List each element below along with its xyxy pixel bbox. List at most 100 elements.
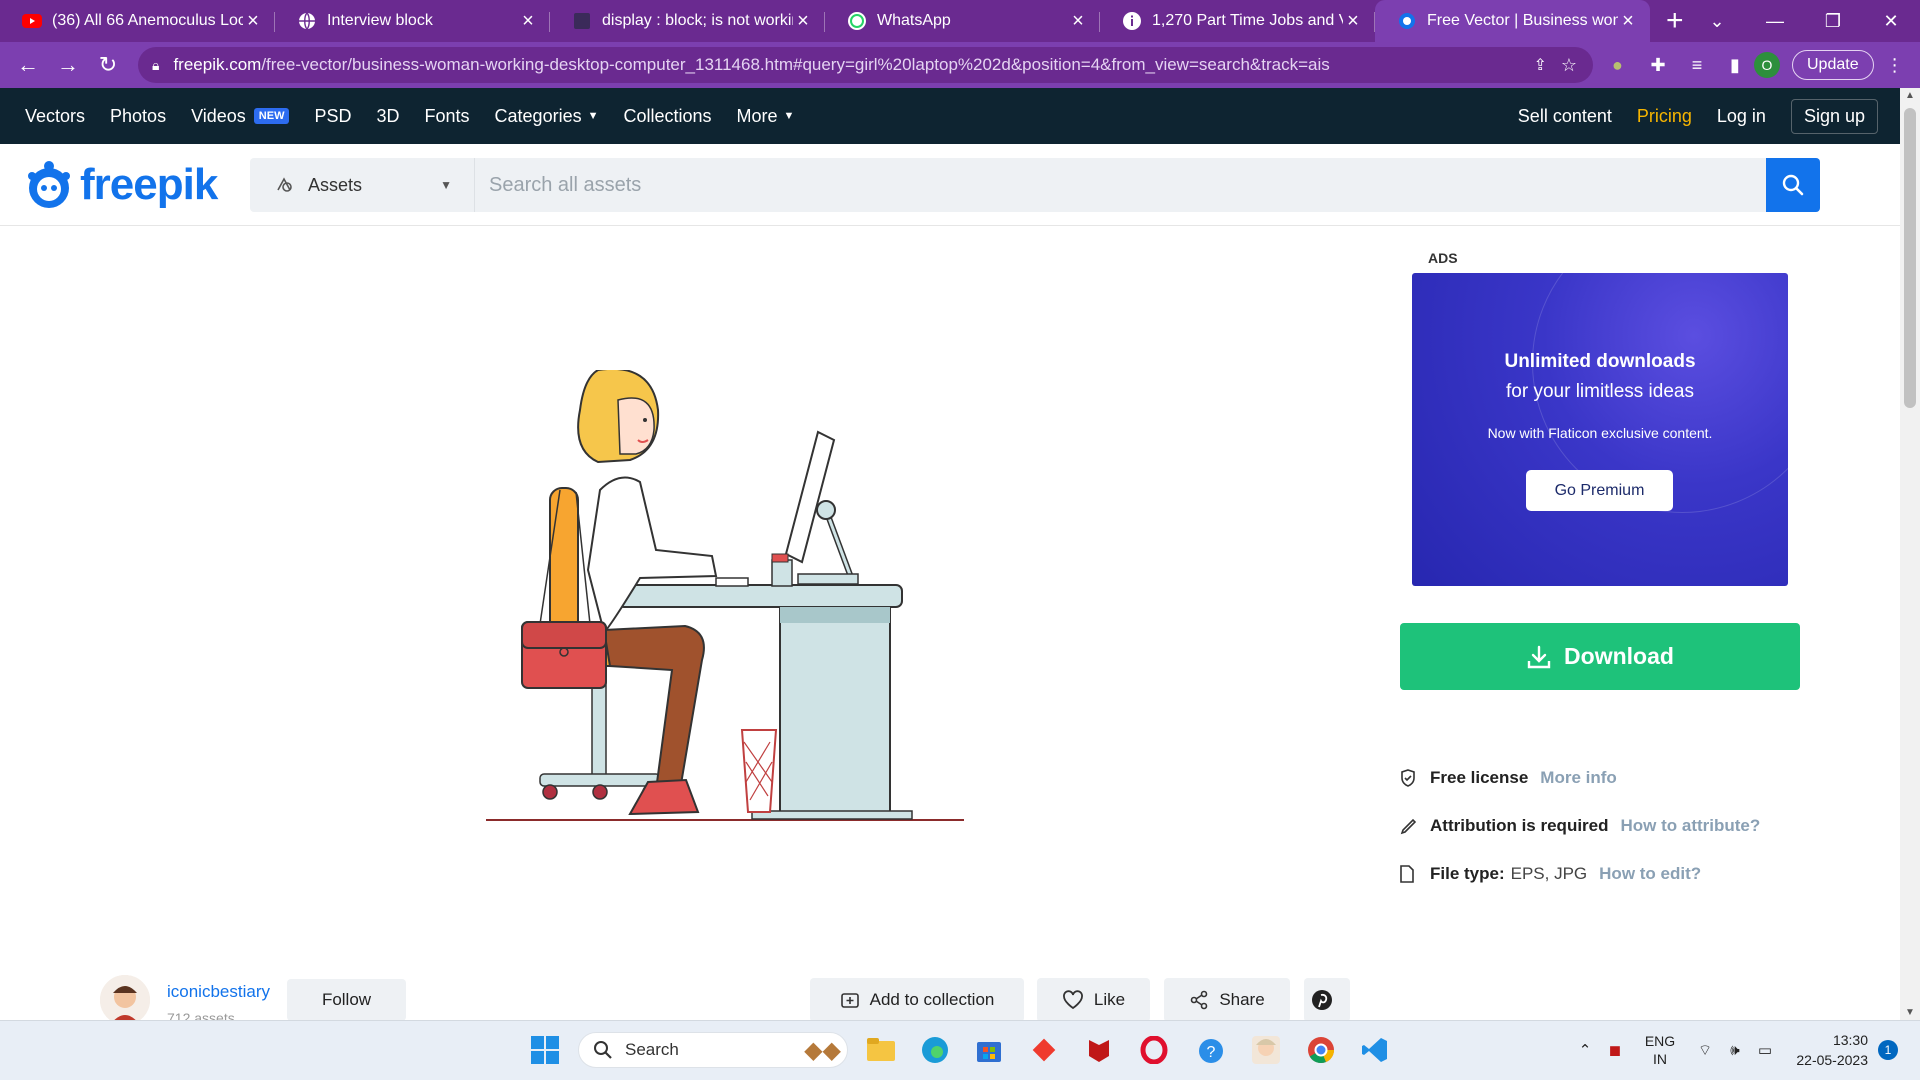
search-input[interactable] [475,158,1820,212]
author-avatar[interactable] [100,975,150,1025]
vscode-icon[interactable] [1358,1033,1392,1067]
edge-browser-icon[interactable] [918,1033,952,1067]
follow-button[interactable]: Follow [287,979,406,1021]
nav-vectors[interactable]: Vectors [25,106,85,127]
nav-photos[interactable]: Photos [110,106,166,127]
file-type-row: File type: EPS, JPG How to edit? [1400,864,1701,884]
get-help-icon[interactable]: ? [1194,1033,1228,1067]
mcafee-tray-icon[interactable]: ◼ [1600,1041,1630,1059]
nav-videos[interactable]: Videos NEW [191,105,290,127]
tab-part-time-jobs[interactable]: 1,270 Part Time Jobs and V × [1100,0,1375,42]
opera-icon[interactable] [1137,1033,1171,1067]
profile-avatar[interactable]: O [1754,52,1780,78]
game-app-icon[interactable] [1249,1033,1283,1067]
like-label: Like [1093,990,1126,1009]
close-tab-icon[interactable]: × [1068,10,1088,33]
tab-freepik[interactable]: Free Vector | Business wom × [1375,0,1650,42]
tab-youtube[interactable]: (36) All 66 Anemoculus Loc × [0,0,275,42]
close-window-icon[interactable]: ✕ [1862,11,1920,32]
new-tab-button[interactable]: + [1666,4,1684,38]
more-info-link[interactable]: More info [1540,768,1617,788]
reload-icon[interactable]: ↻ [88,52,128,78]
like-button[interactable]: Like [1037,978,1150,1022]
freepik-logo[interactable]: freepik [24,158,218,212]
premium-ad[interactable]: Unlimited downloads for your limitless i… [1412,273,1788,586]
login-link[interactable]: Log in [1717,106,1766,127]
lock-icon[interactable]: 🔒︎ [152,57,159,74]
chrome-icon[interactable] [1304,1033,1338,1067]
nav-psd[interactable]: PSD [314,106,351,127]
nav-videos-label: Videos [191,105,246,126]
notification-badge[interactable]: 1 [1878,1040,1898,1060]
minimize-icon[interactable]: — [1746,11,1804,32]
page-scrollbar[interactable]: ▲ ▼ [1900,88,1920,1020]
close-tab-icon[interactable]: × [518,10,538,33]
media-queue-icon[interactable]: ≡ [1678,55,1716,76]
window-controls: ⌄ — ❐ ✕ [1688,0,1920,42]
address-bar[interactable]: 🔒︎ freepik.com/free-vector/business-woma… [138,47,1593,83]
restore-icon[interactable]: ❐ [1804,11,1862,32]
logo-wordmark: freepik [80,160,218,209]
pricing-link[interactable]: Pricing [1637,106,1692,127]
free-license-row: Free license More info [1400,768,1617,788]
share-icon[interactable]: ⇪ [1533,55,1546,75]
author-name[interactable]: iconicbestiary [167,982,270,1002]
close-tab-icon[interactable]: × [1618,10,1638,33]
nav-categories[interactable]: Categories ▼ [495,106,599,127]
microsoft-store-icon[interactable] [972,1033,1006,1067]
scroll-down-icon[interactable]: ▼ [1900,1007,1920,1018]
taskbar-search[interactable]: Search ◆◆ [578,1032,848,1068]
browser-tab-strip: (36) All 66 Anemoculus Loc × Interview b… [0,0,1920,42]
attribution-row: Attribution is required How to attribute… [1400,816,1760,836]
whatsapp-icon [847,11,867,31]
volume-icon[interactable]: 🕪︎ [1720,1042,1750,1059]
close-tab-icon[interactable]: × [793,10,813,33]
nav-fonts[interactable]: Fonts [425,106,470,127]
tab-whatsapp[interactable]: WhatsApp × [825,0,1100,42]
menu-kebab-icon[interactable]: ⋮ [1886,55,1904,76]
sell-content-link[interactable]: Sell content [1518,106,1612,127]
taskbar-clock[interactable]: 13:30 22-05-2023 [1796,1030,1868,1070]
nav-categories-label: Categories [494,105,582,126]
language-indicator[interactable]: ENG IN [1630,1032,1690,1068]
how-to-attribute-link[interactable]: How to attribute? [1621,816,1761,836]
assets-dropdown[interactable]: Assets ▼ [250,158,475,212]
pinterest-button[interactable] [1304,978,1350,1022]
taskbar-search-label: Search [625,1040,679,1059]
ad-body: Now with Flaticon exclusive content. [1487,425,1713,441]
add-to-collection-button[interactable]: Add to collection [810,978,1024,1022]
scrollbar-thumb[interactable] [1904,108,1916,408]
how-to-edit-link[interactable]: How to edit? [1599,864,1701,884]
new-badge: NEW [253,108,290,124]
wifi-icon[interactable]: ⌔ [1690,1041,1720,1060]
scroll-up-icon[interactable]: ▲ [1900,90,1920,101]
nav-collections[interactable]: Collections [623,106,711,127]
forward-icon[interactable]: → [48,52,88,78]
share-button[interactable]: Share [1164,978,1290,1022]
update-button[interactable]: Update [1792,50,1874,80]
chevron-up-icon[interactable]: ⌃ [1570,1041,1600,1059]
tab-interview-block[interactable]: Interview block × [275,0,550,42]
battery-icon[interactable]: ▭ [1750,1041,1780,1059]
tab-search-icon[interactable]: ⌄ [1688,11,1746,32]
signup-button[interactable]: Sign up [1790,98,1878,134]
search-button[interactable] [1766,158,1820,212]
tab-display-block[interactable]: display : block; is not workin × [550,0,825,42]
file-explorer-icon[interactable] [864,1033,898,1067]
extension-icon[interactable]: ● [1612,55,1638,76]
close-tab-icon[interactable]: × [1343,10,1363,33]
side-panel-icon[interactable]: ▮ [1716,55,1754,76]
mcafee-icon[interactable] [1082,1033,1116,1067]
bookmark-star-icon[interactable]: ☆ [1561,55,1577,76]
puzzle-icon[interactable]: ✚ [1638,55,1678,76]
download-button[interactable]: Download [1400,623,1800,690]
ads-label: ADS [1428,250,1458,266]
nav-more[interactable]: More ▼ [737,106,795,127]
back-icon[interactable]: ← [8,52,48,78]
go-premium-button[interactable]: Go Premium [1526,470,1673,511]
nav-3d[interactable]: 3D [376,106,399,127]
windows-start-icon[interactable] [528,1033,562,1067]
chevron-down-icon: ▼ [587,110,599,122]
anydesk-icon[interactable] [1027,1033,1061,1067]
close-tab-icon[interactable]: × [243,10,263,33]
